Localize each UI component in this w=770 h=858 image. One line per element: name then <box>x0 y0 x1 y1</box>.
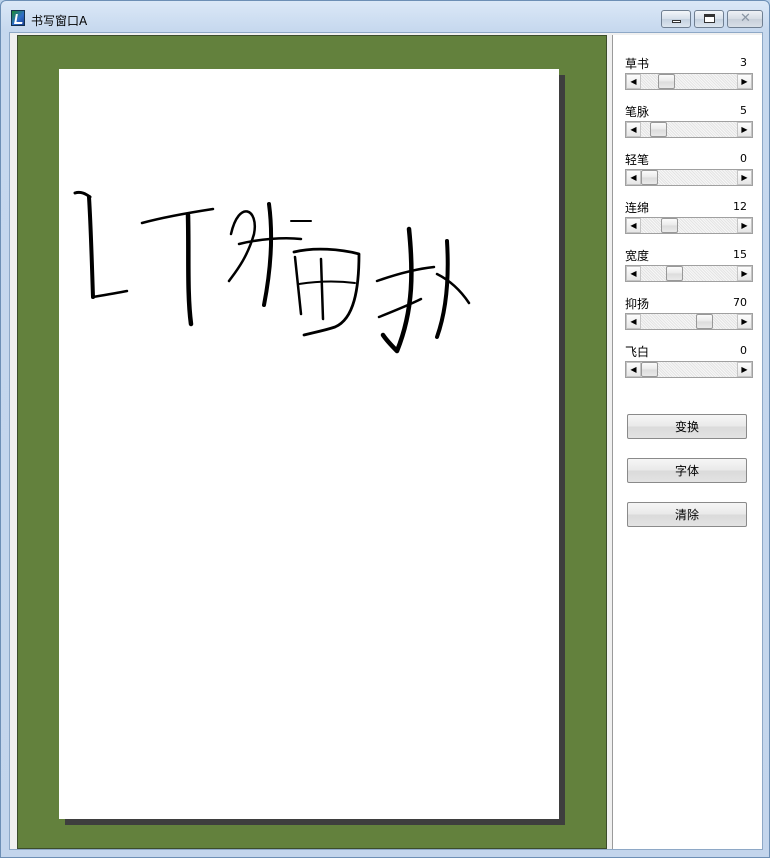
slider-thumb[interactable] <box>650 122 668 137</box>
scroll-left-arrow-icon[interactable]: ◀ <box>626 170 641 185</box>
settings-panel: 草书 3 ◀ ▶ 笔脉 5 ◀ ▶ 轻笔 0 ◀ ▶ 连绵 12 ◀ ▶ 宽度 … <box>612 35 762 849</box>
scroll-right-arrow-icon[interactable]: ▶ <box>737 122 752 137</box>
slider-thumb[interactable] <box>666 266 684 281</box>
param-yiyang: 抑扬 70 ◀ ▶ <box>625 295 753 333</box>
scroll-right-arrow-icon[interactable]: ▶ <box>737 362 752 377</box>
window-title: 书写窗口A <box>31 14 88 28</box>
handwriting-ink <box>73 190 471 354</box>
scroll-right-arrow-icon[interactable]: ▶ <box>737 314 752 329</box>
lianmian-slider[interactable]: ◀ ▶ <box>625 217 753 234</box>
app-icon <box>11 10 25 26</box>
title-bar[interactable]: 书写窗口A ✕ <box>1 1 769 31</box>
scroll-left-arrow-icon[interactable]: ◀ <box>626 74 641 89</box>
close-button[interactable]: ✕ <box>727 10 763 28</box>
param-value: 15 <box>733 248 747 261</box>
param-kuandu: 宽度 15 ◀ ▶ <box>625 247 753 285</box>
param-lianmian: 连绵 12 ◀ ▶ <box>625 199 753 237</box>
caoshu-slider[interactable]: ◀ ▶ <box>625 73 753 90</box>
app-window: 书写窗口A ✕ 草书 3 ◀ ▶ 笔脉 5 ◀ ▶ 轻笔 0 ◀ ▶ 连绵 12… <box>0 0 770 858</box>
param-label: 连绵 <box>625 201 650 215</box>
yiyang-slider[interactable]: ◀ ▶ <box>625 313 753 330</box>
transform-button[interactable]: 变换 <box>627 414 747 439</box>
param-value: 5 <box>740 104 747 117</box>
scroll-right-arrow-icon[interactable]: ▶ <box>737 218 752 233</box>
param-label: 飞白 <box>625 345 650 359</box>
scroll-left-arrow-icon[interactable]: ◀ <box>626 218 641 233</box>
canvas-area <box>17 35 607 849</box>
clear-button[interactable]: 清除 <box>627 502 747 527</box>
param-value: 0 <box>740 152 747 165</box>
font-button[interactable]: 字体 <box>627 458 747 483</box>
param-label: 轻笔 <box>625 153 650 167</box>
scroll-left-arrow-icon[interactable]: ◀ <box>626 122 641 137</box>
maximize-button[interactable] <box>694 10 724 28</box>
slider-thumb[interactable] <box>641 362 658 377</box>
writing-paper[interactable] <box>59 69 559 819</box>
maximize-icon <box>704 14 715 23</box>
slider-thumb[interactable] <box>696 314 714 329</box>
param-value: 12 <box>733 200 747 213</box>
scroll-right-arrow-icon[interactable]: ▶ <box>737 170 752 185</box>
scroll-left-arrow-icon[interactable]: ◀ <box>626 314 641 329</box>
param-value: 70 <box>733 296 747 309</box>
param-value: 3 <box>740 56 747 69</box>
param-label: 宽度 <box>625 249 650 263</box>
close-icon: ✕ <box>740 11 751 26</box>
param-bimai: 笔脉 5 ◀ ▶ <box>625 103 753 141</box>
param-value: 0 <box>740 344 747 357</box>
param-caoshu: 草书 3 ◀ ▶ <box>625 55 753 93</box>
qingbi-slider[interactable]: ◀ ▶ <box>625 169 753 186</box>
slider-thumb[interactable] <box>660 218 678 233</box>
client-area: 草书 3 ◀ ▶ 笔脉 5 ◀ ▶ 轻笔 0 ◀ ▶ 连绵 12 ◀ ▶ 宽度 … <box>9 32 763 850</box>
param-label: 草书 <box>625 57 650 71</box>
slider-thumb[interactable] <box>641 170 658 185</box>
scroll-right-arrow-icon[interactable]: ▶ <box>737 266 752 281</box>
kuandu-slider[interactable]: ◀ ▶ <box>625 265 753 282</box>
minimize-button[interactable] <box>661 10 691 28</box>
param-feibai: 飞白 0 ◀ ▶ <box>625 343 753 381</box>
bimai-slider[interactable]: ◀ ▶ <box>625 121 753 138</box>
minimize-icon <box>672 20 681 23</box>
scroll-left-arrow-icon[interactable]: ◀ <box>626 266 641 281</box>
scroll-right-arrow-icon[interactable]: ▶ <box>737 74 752 89</box>
param-qingbi: 轻笔 0 ◀ ▶ <box>625 151 753 189</box>
slider-thumb[interactable] <box>658 74 676 89</box>
feibai-slider[interactable]: ◀ ▶ <box>625 361 753 378</box>
param-label: 笔脉 <box>625 105 650 119</box>
param-label: 抑扬 <box>625 297 650 311</box>
scroll-left-arrow-icon[interactable]: ◀ <box>626 362 641 377</box>
